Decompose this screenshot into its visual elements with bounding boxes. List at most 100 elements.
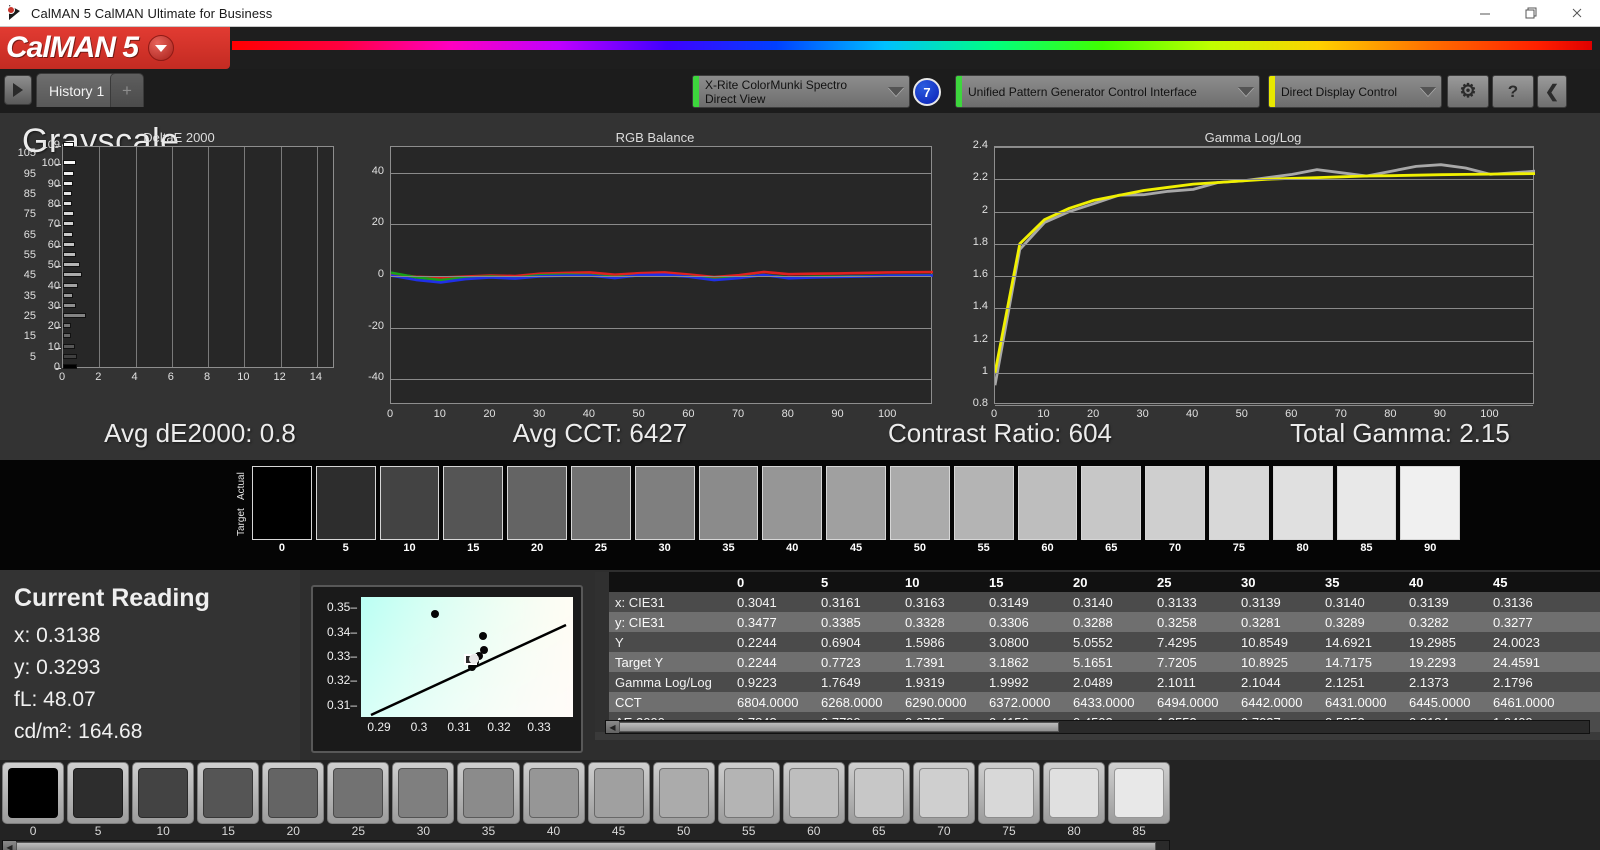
patch-cell[interactable] xyxy=(826,466,886,540)
scroll-left-icon[interactable]: ◀ xyxy=(606,721,619,733)
patch-cell[interactable] xyxy=(1017,466,1078,540)
chevron-down-icon[interactable] xyxy=(148,35,175,61)
y-tick-label-inner: 60 xyxy=(47,238,60,251)
meter-selector[interactable]: X-Rite ColorMunki Spectro Direct View xyxy=(692,75,910,108)
restore-button[interactable] xyxy=(1508,0,1554,27)
patch-cell[interactable] xyxy=(634,466,695,540)
table-cell: 0.3282 xyxy=(1409,614,1449,630)
patch-cell[interactable] xyxy=(443,466,504,540)
deltae-bar xyxy=(63,142,74,147)
patch-cell[interactable] xyxy=(762,466,823,540)
patch-cell[interactable] xyxy=(953,466,1014,540)
add-tab-button[interactable]: + xyxy=(110,73,144,107)
patch-cell[interactable] xyxy=(1400,466,1461,540)
chevron-down-icon[interactable] xyxy=(1233,76,1259,107)
swatch-button[interactable] xyxy=(2,762,65,824)
chevron-left-icon[interactable]: ❮ xyxy=(1537,75,1567,108)
swatch-button[interactable] xyxy=(977,762,1040,824)
swatch-button[interactable] xyxy=(327,762,390,824)
scrollbar-thumb[interactable] xyxy=(16,842,1156,850)
gear-icon[interactable]: ⚙ xyxy=(1447,75,1489,108)
patch-cell[interactable] xyxy=(1336,466,1397,540)
patch-cell[interactable] xyxy=(315,466,376,540)
patch-actual xyxy=(762,466,823,503)
y-tick-label: 2.4 xyxy=(972,139,988,151)
tab-history-1[interactable]: History 1 xyxy=(36,73,118,107)
swatch-button[interactable] xyxy=(587,762,650,824)
swatch-button[interactable] xyxy=(197,762,260,824)
swatch-button[interactable] xyxy=(522,762,585,824)
swatch-button[interactable] xyxy=(912,762,975,824)
swatch-button[interactable] xyxy=(717,762,780,824)
pattern-generator-selector[interactable]: Unified Pattern Generator Control Interf… xyxy=(955,75,1260,108)
table-header-row: 0 5 10 15 20 25 30 35 40 45 xyxy=(595,572,1600,592)
reading-fl: fL: 48.07 xyxy=(14,688,96,711)
pattern-swatch-labels: 0 5 10 15 20 25 30 35 40 45 50 55 60 65 70 75 80 85 xyxy=(2,824,1170,840)
scroll-left-icon[interactable]: ◀ xyxy=(3,841,16,850)
chevron-down-icon[interactable] xyxy=(1415,76,1441,107)
table-cell: 0.3140 xyxy=(1073,594,1113,610)
cie-chromaticity-chart[interactable]: 0.35– 0.34– 0.33– 0.32– 0.31– 0.29 0.3 0.31 0.3… xyxy=(311,585,583,753)
rgb-chart-title: RGB Balance xyxy=(615,130,695,145)
table-cell: 0.7723 xyxy=(821,654,861,670)
deltae-chart-plot xyxy=(62,146,334,368)
chevron-down-icon[interactable] xyxy=(883,76,909,107)
swatch-button[interactable] xyxy=(1043,762,1106,824)
table-row[interactable]: x: CIE31 0.3041 0.3161 0.3163 0.3149 0.3140 0.… xyxy=(595,592,1600,612)
patch-cell[interactable] xyxy=(1145,466,1205,540)
swatch-button[interactable] xyxy=(1108,762,1171,824)
table-cell: 6431.0000 xyxy=(1325,694,1387,710)
table-row[interactable]: Y 0.2244 0.6904 1.5986 3.0800 5.0552 7.4295 10.… xyxy=(595,632,1600,652)
table-body: 0 5 10 15 20 25 30 35 40 45 x: CIE31 0.3041 0.3161 0.… xyxy=(595,572,1600,732)
swatch-button[interactable] xyxy=(67,762,130,824)
swatch-button[interactable] xyxy=(262,762,325,824)
table-row[interactable]: Target Y 0.2244 0.7723 1.7391 3.1862 5.1651 7.… xyxy=(595,652,1600,672)
table-scrollbar[interactable]: ◀ xyxy=(605,720,1590,734)
calman-logo[interactable]: CalMAN 5 xyxy=(0,27,230,69)
table-row[interactable]: y: CIE31 0.3477 0.3385 0.3328 0.3306 0.3288 0.… xyxy=(595,612,1600,632)
help-icon[interactable]: ? xyxy=(1492,75,1534,108)
swatch-button[interactable] xyxy=(392,762,455,824)
x-tick-label: 10 xyxy=(237,371,250,383)
patch-cell[interactable] xyxy=(1272,466,1333,540)
meter-count-badge[interactable]: 7 xyxy=(913,78,941,106)
x-tick-label: 12 xyxy=(273,371,286,383)
patch-label: 55 xyxy=(977,542,990,554)
swatch-button[interactable] xyxy=(457,762,520,824)
swatch-label: 70 xyxy=(937,824,951,838)
patch-label: 50 xyxy=(913,542,926,554)
swatch-color xyxy=(463,768,514,818)
table-row[interactable]: CCT 6804.0000 6268.0000 6290.0000 6372.0000 6… xyxy=(595,692,1600,712)
swatch-scrollbar[interactable]: ◀ xyxy=(2,840,1170,850)
tab-scroll-right-button[interactable] xyxy=(4,75,32,105)
patch-cell[interactable] xyxy=(1081,466,1142,540)
patch-cell[interactable] xyxy=(379,466,440,540)
patch-cell[interactable] xyxy=(507,466,567,540)
swatch-button[interactable] xyxy=(652,762,715,824)
patch-cell[interactable] xyxy=(570,466,631,540)
y-tick-label: 1.6 xyxy=(972,268,988,280)
y-tick-mark xyxy=(56,306,61,308)
x-tick-label: 2 xyxy=(95,371,102,383)
swatch-color xyxy=(593,768,644,818)
patch-cell[interactable] xyxy=(252,466,312,540)
patch-cell[interactable] xyxy=(698,466,759,540)
table-row[interactable]: Gamma Log/Log 0.9223 1.7649 1.9319 1.9992 2.0… xyxy=(595,672,1600,692)
swatch-button[interactable] xyxy=(782,762,845,824)
y-tick-label-outer: 55 xyxy=(23,248,36,261)
y-tick-label-outer: 75 xyxy=(23,208,36,221)
table-cell: 7.4295 xyxy=(1157,634,1197,650)
swatch-label: 5 xyxy=(94,824,102,838)
patch-cell[interactable] xyxy=(889,466,950,540)
scrollbar-thumb[interactable] xyxy=(619,722,1059,732)
patch-cell[interactable] xyxy=(1208,466,1269,540)
patch-label: 5 xyxy=(342,542,349,554)
swatch-color xyxy=(853,768,904,818)
close-button[interactable] xyxy=(1554,0,1600,27)
measurement-data-table[interactable]: 0 5 10 15 20 25 30 35 40 45 x: CIE31 0.3041 0.3161 0.… xyxy=(595,572,1600,740)
swatch-button[interactable] xyxy=(132,762,195,824)
deltae-bar xyxy=(63,180,73,186)
display-control-selector[interactable]: Direct Display Control xyxy=(1268,75,1442,108)
minimize-button[interactable] xyxy=(1462,0,1508,27)
swatch-button[interactable] xyxy=(847,762,910,824)
